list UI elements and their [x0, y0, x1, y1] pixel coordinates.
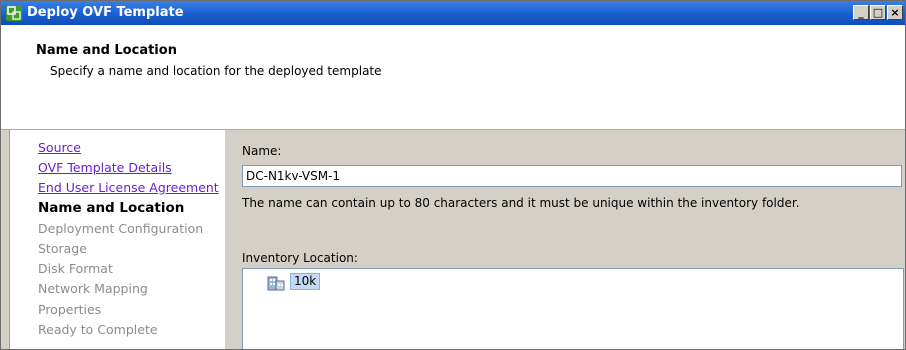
- minimize-button[interactable]: _: [853, 5, 869, 20]
- name-location-panel: Name: The name can contain up to 80 char…: [225, 130, 905, 349]
- name-input[interactable]: [242, 165, 902, 187]
- nav-step-name-and-location: Name and Location: [38, 200, 185, 216]
- nav-step-ready-to-complete: Ready to Complete: [38, 322, 158, 337]
- name-hint-text: The name can contain up to 80 characters…: [242, 196, 800, 210]
- inventory-location-label: Inventory Location:: [242, 251, 358, 265]
- name-label: Name:: [242, 144, 282, 158]
- step-header: Name and Location Specify a name and loc…: [1, 25, 905, 130]
- inventory-tree[interactable]: 10k: [242, 268, 904, 349]
- tree-node-label[interactable]: 10k: [290, 273, 321, 290]
- title-bar[interactable]: Deploy OVF Template _ □ ×: [1, 1, 905, 25]
- nav-step-eula[interactable]: End User License Agreement: [38, 180, 219, 196]
- step-subtitle: Specify a name and location for the depl…: [50, 64, 382, 78]
- deploy-ovf-dialog: Deploy OVF Template _ □ × Name and Locat…: [0, 0, 906, 350]
- maximize-button[interactable]: □: [870, 5, 886, 20]
- nav-step-disk-format: Disk Format: [38, 261, 113, 276]
- window-title: Deploy OVF Template: [27, 5, 184, 20]
- nav-step-deployment-configuration: Deployment Configuration: [38, 221, 204, 236]
- close-button[interactable]: ×: [887, 5, 903, 20]
- wizard-step-nav: Source OVF Template Details End User Lic…: [9, 130, 226, 349]
- wizard-body: Source OVF Template Details End User Lic…: [1, 130, 905, 349]
- nav-step-network-mapping: Network Mapping: [38, 281, 148, 296]
- nav-step-source[interactable]: Source: [38, 140, 81, 156]
- datacenter-icon: [267, 276, 285, 291]
- nav-step-ovf-template-details[interactable]: OVF Template Details: [38, 160, 172, 176]
- vsphere-app-icon: [6, 5, 22, 21]
- nav-step-storage: Storage: [38, 241, 87, 256]
- step-title: Name and Location: [36, 43, 177, 58]
- nav-step-properties: Properties: [38, 302, 102, 317]
